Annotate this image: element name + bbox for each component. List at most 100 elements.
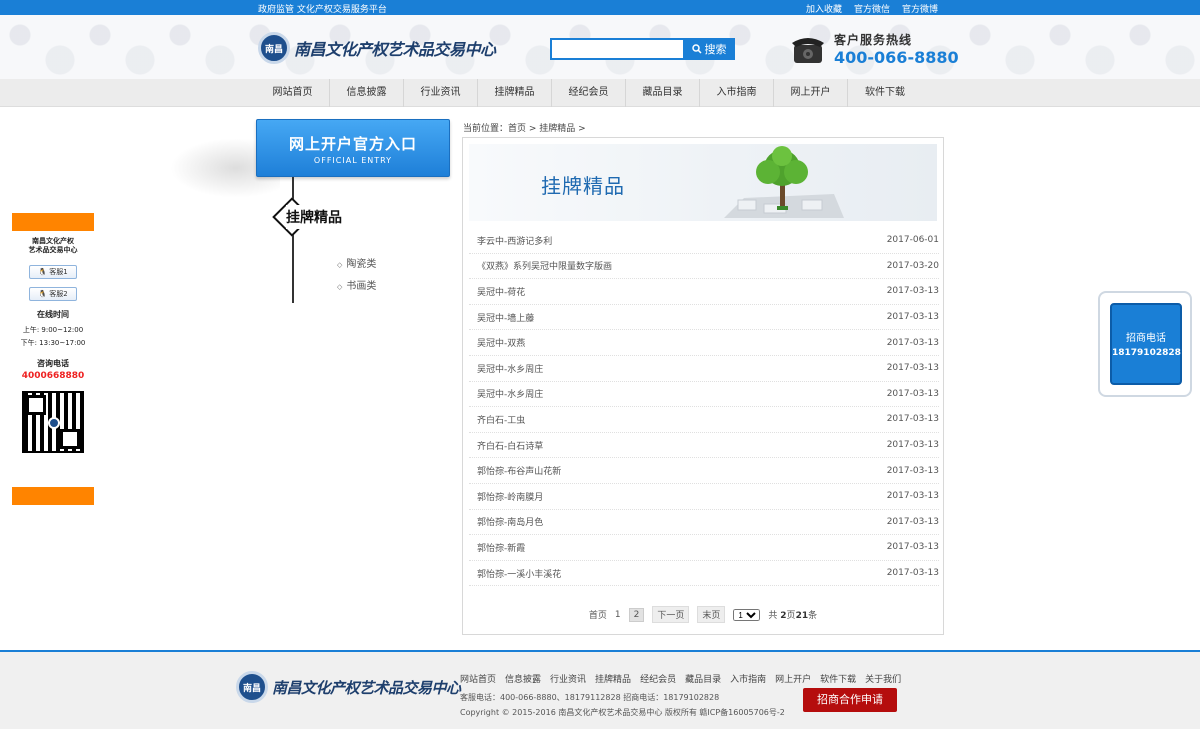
- investment-phone-label: 招商电话: [1126, 333, 1166, 344]
- nav-item-listed[interactable]: 挂牌精品: [478, 79, 552, 107]
- logo-emblem-icon: 南昌: [258, 32, 290, 64]
- list-item[interactable]: 郭怡孮-新霞 2017-03-13: [469, 535, 939, 561]
- timeline-line: [292, 177, 294, 303]
- nav-item-home[interactable]: 网站首页: [256, 79, 330, 107]
- list-item[interactable]: 郭怡孮-岭南膜月 2017-03-13: [469, 484, 939, 510]
- main-nav: 网站首页 信息披露 行业资讯 挂牌精品 经纪会员 藏品目录 入市指南 网上开户 …: [0, 79, 1200, 107]
- top-bar-links: 加入收藏 官方微信 官方微博: [806, 2, 938, 15]
- list-item-title[interactable]: 郭怡孮-南岛月色: [477, 515, 543, 528]
- consult-phone-number: 4000668880: [21, 371, 85, 381]
- pager-last[interactable]: 末页: [697, 606, 726, 623]
- nav-item-guide[interactable]: 入市指南: [700, 79, 774, 107]
- qq-service-2-button[interactable]: 🐧 客服2: [29, 287, 77, 301]
- qq-service-1-button[interactable]: 🐧 客服1: [29, 265, 77, 279]
- footer-link-open-account[interactable]: 网上开户: [775, 672, 811, 685]
- list-item[interactable]: 郭怡孮-一溪小丰溪花 2017-03-13: [469, 561, 939, 587]
- site-logo[interactable]: 南昌 南昌文化产权艺术品交易中心: [258, 32, 496, 64]
- list-item[interactable]: 吴冠中-双燕 2017-03-13: [469, 330, 939, 356]
- investment-phone-box: 招商电话 18179102828: [1110, 303, 1182, 385]
- official-entry-title: 网上开户官方入口: [288, 135, 417, 153]
- list-item-title[interactable]: 吴冠中-荷花: [477, 285, 525, 298]
- list-item-title[interactable]: 李云中-西游记多利: [477, 234, 552, 247]
- list-item[interactable]: 吴冠中-水乡周庄 2017-03-13: [469, 382, 939, 408]
- footer-link-about[interactable]: 关于我们: [865, 672, 901, 685]
- search-button[interactable]: 搜索: [683, 38, 735, 60]
- search-box: 搜索: [550, 38, 735, 60]
- nav-item-news[interactable]: 行业资讯: [404, 79, 478, 107]
- search-input[interactable]: [550, 38, 683, 60]
- list-item-title[interactable]: 吴冠中-墙上藤: [477, 311, 534, 324]
- list-item-title[interactable]: 《双燕》系列吴冠中限量数字版画: [477, 259, 612, 272]
- search-button-label: 搜索: [704, 43, 727, 56]
- online-time-hours: 上午: 9:00~12:00 下午: 13:30~17:00: [20, 326, 86, 347]
- left-float-panel: 南昌文化产权 艺术品交易中心 🐧 客服1 🐧 客服2 在线时间 上午: 9:00…: [12, 213, 94, 505]
- pager-page-2[interactable]: 2: [628, 607, 645, 622]
- sidebar-item-calligraphy[interactable]: 书画类: [337, 279, 376, 301]
- footer-links: 网站首页 信息披露 行业资讯 挂牌精品 经纪会员 藏品目录 入市指南 网上开户 …: [460, 672, 901, 685]
- footer-link-news[interactable]: 行业资讯: [550, 672, 586, 685]
- sidebar-category-list: 陶瓷类 书画类: [337, 257, 376, 301]
- sidebar-item-ceramics[interactable]: 陶瓷类: [337, 257, 376, 279]
- official-wechat-link[interactable]: 官方微信: [854, 2, 890, 15]
- footer-link-download[interactable]: 软件下载: [820, 672, 856, 685]
- nav-item-open-account[interactable]: 网上开户: [774, 79, 848, 107]
- list-item-date: 2017-03-13: [886, 491, 939, 502]
- official-entry-button[interactable]: 网上开户官方入口 OFFICIAL ENTRY: [256, 119, 450, 177]
- add-favorite-link[interactable]: 加入收藏: [806, 2, 842, 15]
- footer-link-disclosure[interactable]: 信息披露: [505, 672, 541, 685]
- banner-title: 挂牌精品: [541, 174, 625, 198]
- listing-list: 李云中-西游记多利 2017-06-01 《双燕》系列吴冠中限量数字版画 2017-…: [469, 228, 939, 587]
- footer-info: 客服电话：400-066-8880、18179112828 招商电话：18179…: [460, 690, 785, 720]
- float-panel-logo: 南昌文化产权 艺术品交易中心: [28, 237, 78, 254]
- list-item-title[interactable]: 郭怡孮-一溪小丰溪花: [477, 567, 561, 580]
- list-item-date: 2017-03-13: [886, 542, 939, 553]
- official-weibo-link[interactable]: 官方微博: [902, 2, 938, 15]
- hotline: 客户服务热线 400-066-8880: [790, 31, 959, 67]
- list-item-title[interactable]: 郭怡孮-新霞: [477, 541, 525, 554]
- list-item-date: 2017-03-13: [886, 516, 939, 527]
- sidebar: 网上开户官方入口 OFFICIAL ENTRY 挂牌精品 陶瓷类 书画类: [170, 118, 460, 308]
- hotline-number: 400-066-8880: [834, 48, 959, 67]
- list-item[interactable]: 李云中-西游记多利 2017-06-01: [469, 228, 939, 254]
- list-item[interactable]: 吴冠中-荷花 2017-03-13: [469, 279, 939, 305]
- pager-next[interactable]: 下一页: [652, 606, 690, 623]
- nav-item-catalog[interactable]: 藏品目录: [626, 79, 700, 107]
- footer-link-guide[interactable]: 入市指南: [730, 672, 766, 685]
- footer: 南昌 南昌文化产权艺术品交易中心 网站首页 信息披露 行业资讯 挂牌精品 经纪会…: [0, 650, 1200, 729]
- list-item[interactable]: 吴冠中-水乡周庄 2017-03-13: [469, 356, 939, 382]
- nav-item-download[interactable]: 软件下载: [848, 79, 922, 107]
- list-item[interactable]: 吴冠中-墙上藤 2017-03-13: [469, 305, 939, 331]
- list-item[interactable]: 郭怡孮-布谷声山花新 2017-03-13: [469, 458, 939, 484]
- list-item-date: 2017-03-20: [886, 260, 939, 271]
- qr-code-icon: [22, 391, 84, 453]
- pager-page-select[interactable]: 1: [733, 608, 761, 621]
- apply-cooperation-button[interactable]: 招商合作申请: [803, 688, 897, 712]
- header: 南昌 南昌文化产权艺术品交易中心 搜索 客户服务热线 400-066-8880: [0, 15, 1200, 79]
- search-icon: [691, 44, 702, 54]
- nav-item-disclosure[interactable]: 信息披露: [330, 79, 404, 107]
- footer-link-brokers[interactable]: 经纪会员: [640, 672, 676, 685]
- list-item-title[interactable]: 齐白石-工虫: [477, 413, 525, 426]
- list-item-title[interactable]: 郭怡孮-布谷声山花新: [477, 464, 561, 477]
- sidebar-section-title: 挂牌精品: [286, 205, 342, 229]
- list-item-date: 2017-06-01: [886, 235, 939, 246]
- list-item[interactable]: 郭怡孮-南岛月色 2017-03-13: [469, 510, 939, 536]
- list-item[interactable]: 齐白石-白石诗草 2017-03-13: [469, 433, 939, 459]
- list-item-title[interactable]: 吴冠中-双燕: [477, 336, 525, 349]
- footer-logo: 南昌 南昌文化产权艺术品交易中心: [236, 671, 461, 703]
- list-item[interactable]: 齐白石-工虫 2017-03-13: [469, 407, 939, 433]
- footer-link-catalog[interactable]: 藏品目录: [685, 672, 721, 685]
- right-float-panel[interactable]: 招商电话 18179102828: [1098, 291, 1192, 397]
- pager-page-1[interactable]: 1: [615, 610, 621, 620]
- nav-item-brokers[interactable]: 经纪会员: [552, 79, 626, 107]
- footer-link-home[interactable]: 网站首页: [460, 672, 496, 685]
- pager-first[interactable]: 首页: [589, 608, 607, 621]
- footer-logo-text: 南昌文化产权艺术品交易中心: [272, 678, 461, 697]
- list-item-title[interactable]: 齐白石-白石诗草: [477, 439, 543, 452]
- list-item-title[interactable]: 郭怡孮-岭南膜月: [477, 490, 543, 503]
- list-item-title[interactable]: 吴冠中-水乡周庄: [477, 387, 543, 400]
- footer-link-listed[interactable]: 挂牌精品: [595, 672, 631, 685]
- list-item[interactable]: 《双燕》系列吴冠中限量数字版画 2017-03-20: [469, 254, 939, 280]
- top-bar: 政府监管 文化产权交易服务平台 加入收藏 官方微信 官方微博: [0, 0, 1200, 15]
- list-item-title[interactable]: 吴冠中-水乡周庄: [477, 362, 543, 375]
